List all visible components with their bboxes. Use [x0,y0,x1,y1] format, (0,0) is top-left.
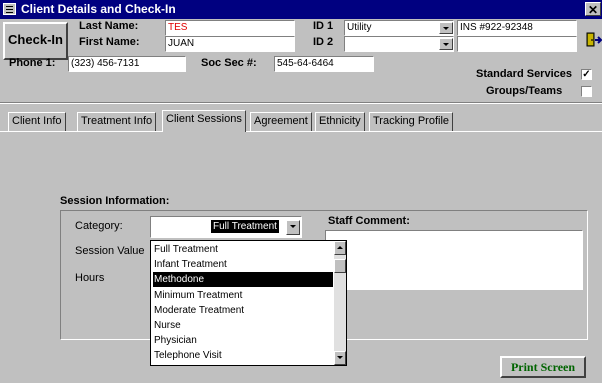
tab-label: Agreement [254,115,308,127]
id1-label: ID 1 [313,20,334,32]
id1-extra-field[interactable]: INS #922-92348 [457,20,577,36]
tab-client-info[interactable]: Client Info [8,112,66,131]
id1-select[interactable]: Utility [344,20,454,36]
staff-comment-label: Staff Comment: [328,215,410,227]
id2-dropdown-icon[interactable] [439,38,453,50]
last-name-label: Last Name: [79,20,139,32]
tab-label: Client Info [12,115,62,127]
phone-label: Phone 1: [9,57,56,69]
scroll-up-icon[interactable] [334,241,346,255]
tab-label: Tracking Profile [373,115,450,127]
category-dropdown-list: Full Treatment Infant Treatment Methodon… [150,240,347,366]
phone-field[interactable]: (323) 456-7131 [68,56,186,72]
groups-teams-checkbox[interactable] [581,86,592,97]
tab-agreement[interactable]: Agreement [250,112,312,131]
tab-label: Ethnicity [319,115,361,127]
first-name-field[interactable]: JUAN [165,36,295,52]
window-title-bar: Client Details and Check-In ✕ [0,0,602,19]
check-in-button[interactable]: Check-In [3,22,68,60]
print-screen-button[interactable]: Print Screen [500,356,586,378]
list-item[interactable]: Nurse [153,318,333,333]
tab-client-sessions[interactable]: Client Sessions [162,110,246,132]
list-item[interactable]: Full Treatment [153,242,333,257]
list-item[interactable]: Physician [153,333,333,348]
category-select[interactable]: Full Treatment [150,216,302,238]
session-value-label: Session Value [75,245,145,257]
ssn-label: Soc Sec #: [201,57,257,69]
exit-door-icon [586,32,602,47]
header-divider [0,102,602,104]
id2-extra-field[interactable] [457,36,577,52]
category-selected-value: Full Treatment [211,220,279,233]
id2-label: ID 2 [313,36,334,48]
first-name-label: First Name: [79,36,140,48]
id2-select[interactable] [344,36,454,52]
standard-services-checkbox[interactable]: ✓ [581,69,592,80]
exit-button[interactable] [582,22,602,56]
tab-label: Treatment Info [81,115,153,127]
window-title: Client Details and Check-In [21,2,176,16]
list-item-selected[interactable]: Methodone [153,272,333,287]
scroll-down-icon[interactable] [334,351,346,365]
list-item[interactable]: Minimum Treatment [153,288,333,303]
staff-comment-field[interactable] [325,230,583,290]
checkmark-icon: ✓ [582,69,591,80]
app-menu-icon[interactable] [3,3,16,15]
standard-services-label: Standard Services [476,68,572,80]
list-item[interactable]: Telephone Visit [153,348,333,363]
category-dropdown-icon[interactable] [286,220,300,235]
print-screen-label: Print Screen [510,360,576,374]
id1-value: Utility [347,22,372,33]
check-in-label: Check-In [8,32,63,47]
hours-label: Hours [75,272,105,284]
category-label: Category: [75,220,123,232]
tab-treatment-info[interactable]: Treatment Info [77,112,157,131]
session-info-heading: Session Information: [60,195,170,207]
last-name-field[interactable]: TES [165,20,295,36]
scroll-thumb[interactable] [334,259,346,273]
ssn-field[interactable]: 545-64-6464 [274,56,374,72]
id1-dropdown-icon[interactable] [439,22,453,34]
groups-teams-label: Groups/Teams [486,85,563,97]
list-item[interactable]: Moderate Treatment [153,303,333,318]
list-item[interactable]: Infant Treatment [153,257,333,272]
tab-ethnicity[interactable]: Ethnicity [315,112,365,131]
close-button[interactable]: ✕ [585,2,601,17]
dropdown-scrollbar[interactable] [334,241,346,365]
tab-label: Client Sessions [166,113,242,125]
tab-tracking-profile[interactable]: Tracking Profile [369,112,454,131]
